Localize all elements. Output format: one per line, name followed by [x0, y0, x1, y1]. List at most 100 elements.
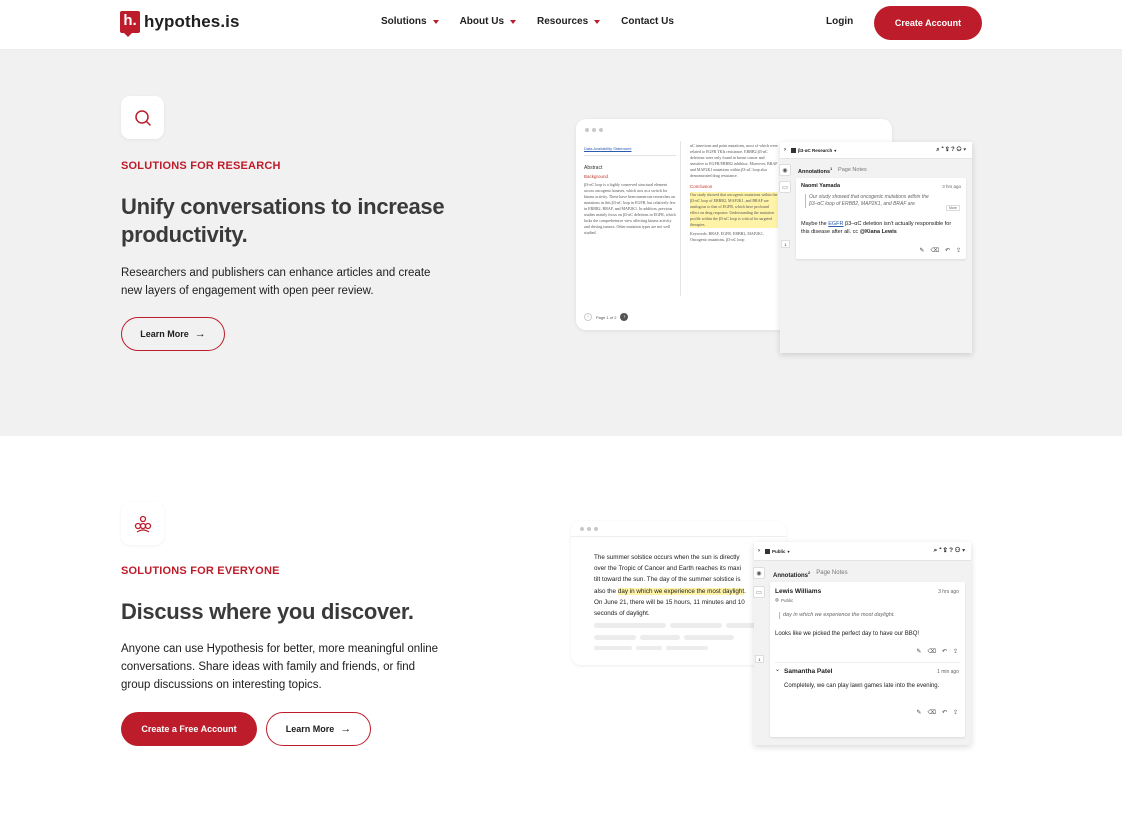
- arrow-right-icon: →: [340, 723, 352, 735]
- annotation-user[interactable]: Naomi Yamada: [801, 183, 840, 189]
- headline-line: Unify conversations to increase: [121, 194, 445, 219]
- collapse-icon[interactable]: ›: [784, 147, 786, 153]
- group-name[interactable]: β3-αC Research: [798, 148, 832, 153]
- nav-item-contact-us[interactable]: Contact Us: [621, 16, 674, 27]
- toolbar-icons[interactable]: ⌕⁺⇪?⚇▾: [936, 147, 968, 154]
- placeholder-bar: [594, 646, 632, 650]
- tab-page-notes[interactable]: Page Notes: [816, 570, 847, 579]
- learn-more-button[interactable]: Learn More →: [266, 712, 371, 746]
- reply-user[interactable]: Samantha Patel: [784, 668, 832, 675]
- divider: [775, 662, 960, 663]
- delete-icon[interactable]: ⌫: [927, 648, 935, 655]
- logo-mark: h.: [120, 11, 140, 37]
- arrow-right-icon: →: [194, 328, 206, 340]
- annotation-link[interactable]: EGFR: [828, 221, 843, 227]
- annotation-count-badge[interactable]: 1: [781, 240, 790, 248]
- conclusion-heading: Conclusion: [690, 184, 713, 189]
- abstract-heading: Abstract: [584, 165, 603, 171]
- placeholder-bar: [640, 635, 680, 640]
- delete-icon[interactable]: ⌫: [927, 709, 935, 716]
- nav-item-solutions[interactable]: Solutions: [381, 16, 439, 27]
- note-icon[interactable]: ▭: [779, 181, 791, 193]
- button-label: Learn More: [140, 329, 189, 339]
- reply-icon[interactable]: ↶: [942, 648, 947, 655]
- create-free-account-button[interactable]: Create a Free Account: [121, 712, 257, 746]
- edit-icon[interactable]: ✎: [916, 648, 921, 655]
- logo-text: hypothes.is: [144, 12, 240, 31]
- reply-icon[interactable]: ↶: [945, 247, 950, 254]
- highlighted-conclusion[interactable]: Our study showed that oncogenic mutation…: [690, 192, 778, 228]
- nav-item-about-us[interactable]: About Us: [459, 16, 517, 27]
- group-name[interactable]: Public: [772, 549, 786, 554]
- section-headline: Discuss where you discover.: [121, 599, 414, 624]
- annotation-card[interactable]: Naomi Yamada 3 hrs ago Our study showed …: [796, 178, 966, 259]
- article-left-column: Data Availability Statement Abstract Bac…: [584, 146, 676, 236]
- body-line: Anyone can use Hypothesis for better, mo…: [121, 643, 439, 655]
- highlighted-text[interactable]: day in which we experience the most dayl…: [617, 587, 745, 595]
- data-availability-link[interactable]: Data Availability Statement: [584, 146, 676, 156]
- annotation-actions: ✎ ⌫ ↶ ⇪: [910, 648, 958, 655]
- group-icon: [791, 147, 796, 153]
- annotation-text: Maybe the: [801, 221, 829, 227]
- share-icon[interactable]: ⇪: [956, 247, 961, 254]
- nav-label: Resources: [537, 16, 589, 27]
- annotation-time[interactable]: 3 hrs ago: [938, 589, 959, 595]
- chevron-down-icon[interactable]: ▾: [834, 148, 836, 153]
- edit-icon[interactable]: ✎: [916, 709, 921, 716]
- delete-icon[interactable]: ⌫: [930, 247, 938, 254]
- globe-icon: ◍: [775, 597, 779, 602]
- section-headline: Unify conversations to increase producti…: [121, 193, 445, 249]
- more-button[interactable]: More: [946, 205, 960, 211]
- article-line: also the day in which we experience the …: [594, 586, 746, 597]
- create-account-button[interactable]: Create Account: [874, 6, 982, 40]
- sidebar-top-bar: › Public ▾ ⌕⁺⇪?⚇▾: [754, 542, 971, 561]
- eye-icon[interactable]: ◉: [753, 567, 765, 579]
- collapse-icon[interactable]: ›: [758, 548, 760, 554]
- nav-item-resources[interactable]: Resources: [537, 16, 601, 27]
- share-icon[interactable]: ⇪: [953, 709, 958, 716]
- tab-count: 1: [830, 167, 833, 171]
- reply-icon[interactable]: ↶: [942, 709, 947, 716]
- annotation-user[interactable]: Lewis Williams: [775, 588, 821, 595]
- annotation-sidebar: › β3-αC Research ▾ ⌕⁺⇪?⚇▾ ◉ ▭ 1 Annotati…: [779, 142, 972, 353]
- section-eyebrow: SOLUTIONS FOR RESEARCH: [121, 160, 281, 172]
- article-line: On June 21, there will be 15 hours, 11 m…: [594, 598, 745, 606]
- share-icon[interactable]: ⇪: [953, 648, 958, 655]
- annotation-thread: Lewis Williams 3 hrs ago ◍ Public day in …: [770, 582, 965, 737]
- article-line: over the Tropic of Cancer and Earth reac…: [594, 565, 741, 573]
- sidebar-tabs: Annotations1 Page Notes: [798, 167, 867, 175]
- site-header: h. hypothes.is Solutions About Us Resour…: [0, 0, 1122, 50]
- research-section: SOLUTIONS FOR RESEARCH Unify conversatio…: [0, 50, 1122, 436]
- headline-line: productivity.: [121, 222, 248, 247]
- nav-label: About Us: [459, 16, 505, 27]
- eye-icon[interactable]: ◉: [779, 164, 791, 176]
- placeholder-bar: [594, 635, 636, 640]
- visibility-label: ◍ Public: [775, 597, 793, 603]
- section-body: Anyone can use Hypothesis for better, mo…: [121, 640, 438, 694]
- section-eyebrow: SOLUTIONS FOR EVERYONE: [121, 565, 280, 577]
- reply-time[interactable]: 1 min ago: [937, 669, 959, 675]
- logo[interactable]: h. hypothes.is: [120, 11, 240, 37]
- placeholder-bar: [670, 623, 722, 628]
- toolbar-icons[interactable]: ⌕⁺⇪?⚇▾: [934, 547, 967, 555]
- article-text: The summer solstice occurs when the sun …: [594, 552, 746, 619]
- page-indicator-label: Page 1 of 2: [596, 314, 617, 320]
- tab-annotations[interactable]: Annotations1: [798, 167, 832, 175]
- login-link[interactable]: Login: [826, 16, 853, 27]
- tab-page-notes[interactable]: Page Notes: [838, 167, 867, 175]
- prev-page-icon[interactable]: ‹: [584, 313, 592, 321]
- edit-icon[interactable]: ✎: [919, 247, 924, 254]
- annotation-mention[interactable]: @Kiana Lewis: [860, 229, 897, 235]
- learn-more-button[interactable]: Learn More →: [121, 317, 225, 351]
- tab-annotations[interactable]: Annotations2: [773, 570, 810, 579]
- next-page-icon[interactable]: ›: [620, 313, 629, 321]
- annotation-time[interactable]: 3 hrs ago: [942, 184, 961, 189]
- chevron-down-icon[interactable]: ⌄: [775, 666, 780, 673]
- group-icon: [765, 548, 770, 554]
- note-icon[interactable]: ▭: [753, 586, 765, 598]
- window-dots: [580, 527, 601, 531]
- chevron-down-icon[interactable]: ▾: [788, 549, 790, 554]
- window-dots: [585, 128, 606, 132]
- annotation-count-badge[interactable]: 1: [755, 655, 764, 663]
- article-line: seconds of daylight.: [594, 610, 650, 618]
